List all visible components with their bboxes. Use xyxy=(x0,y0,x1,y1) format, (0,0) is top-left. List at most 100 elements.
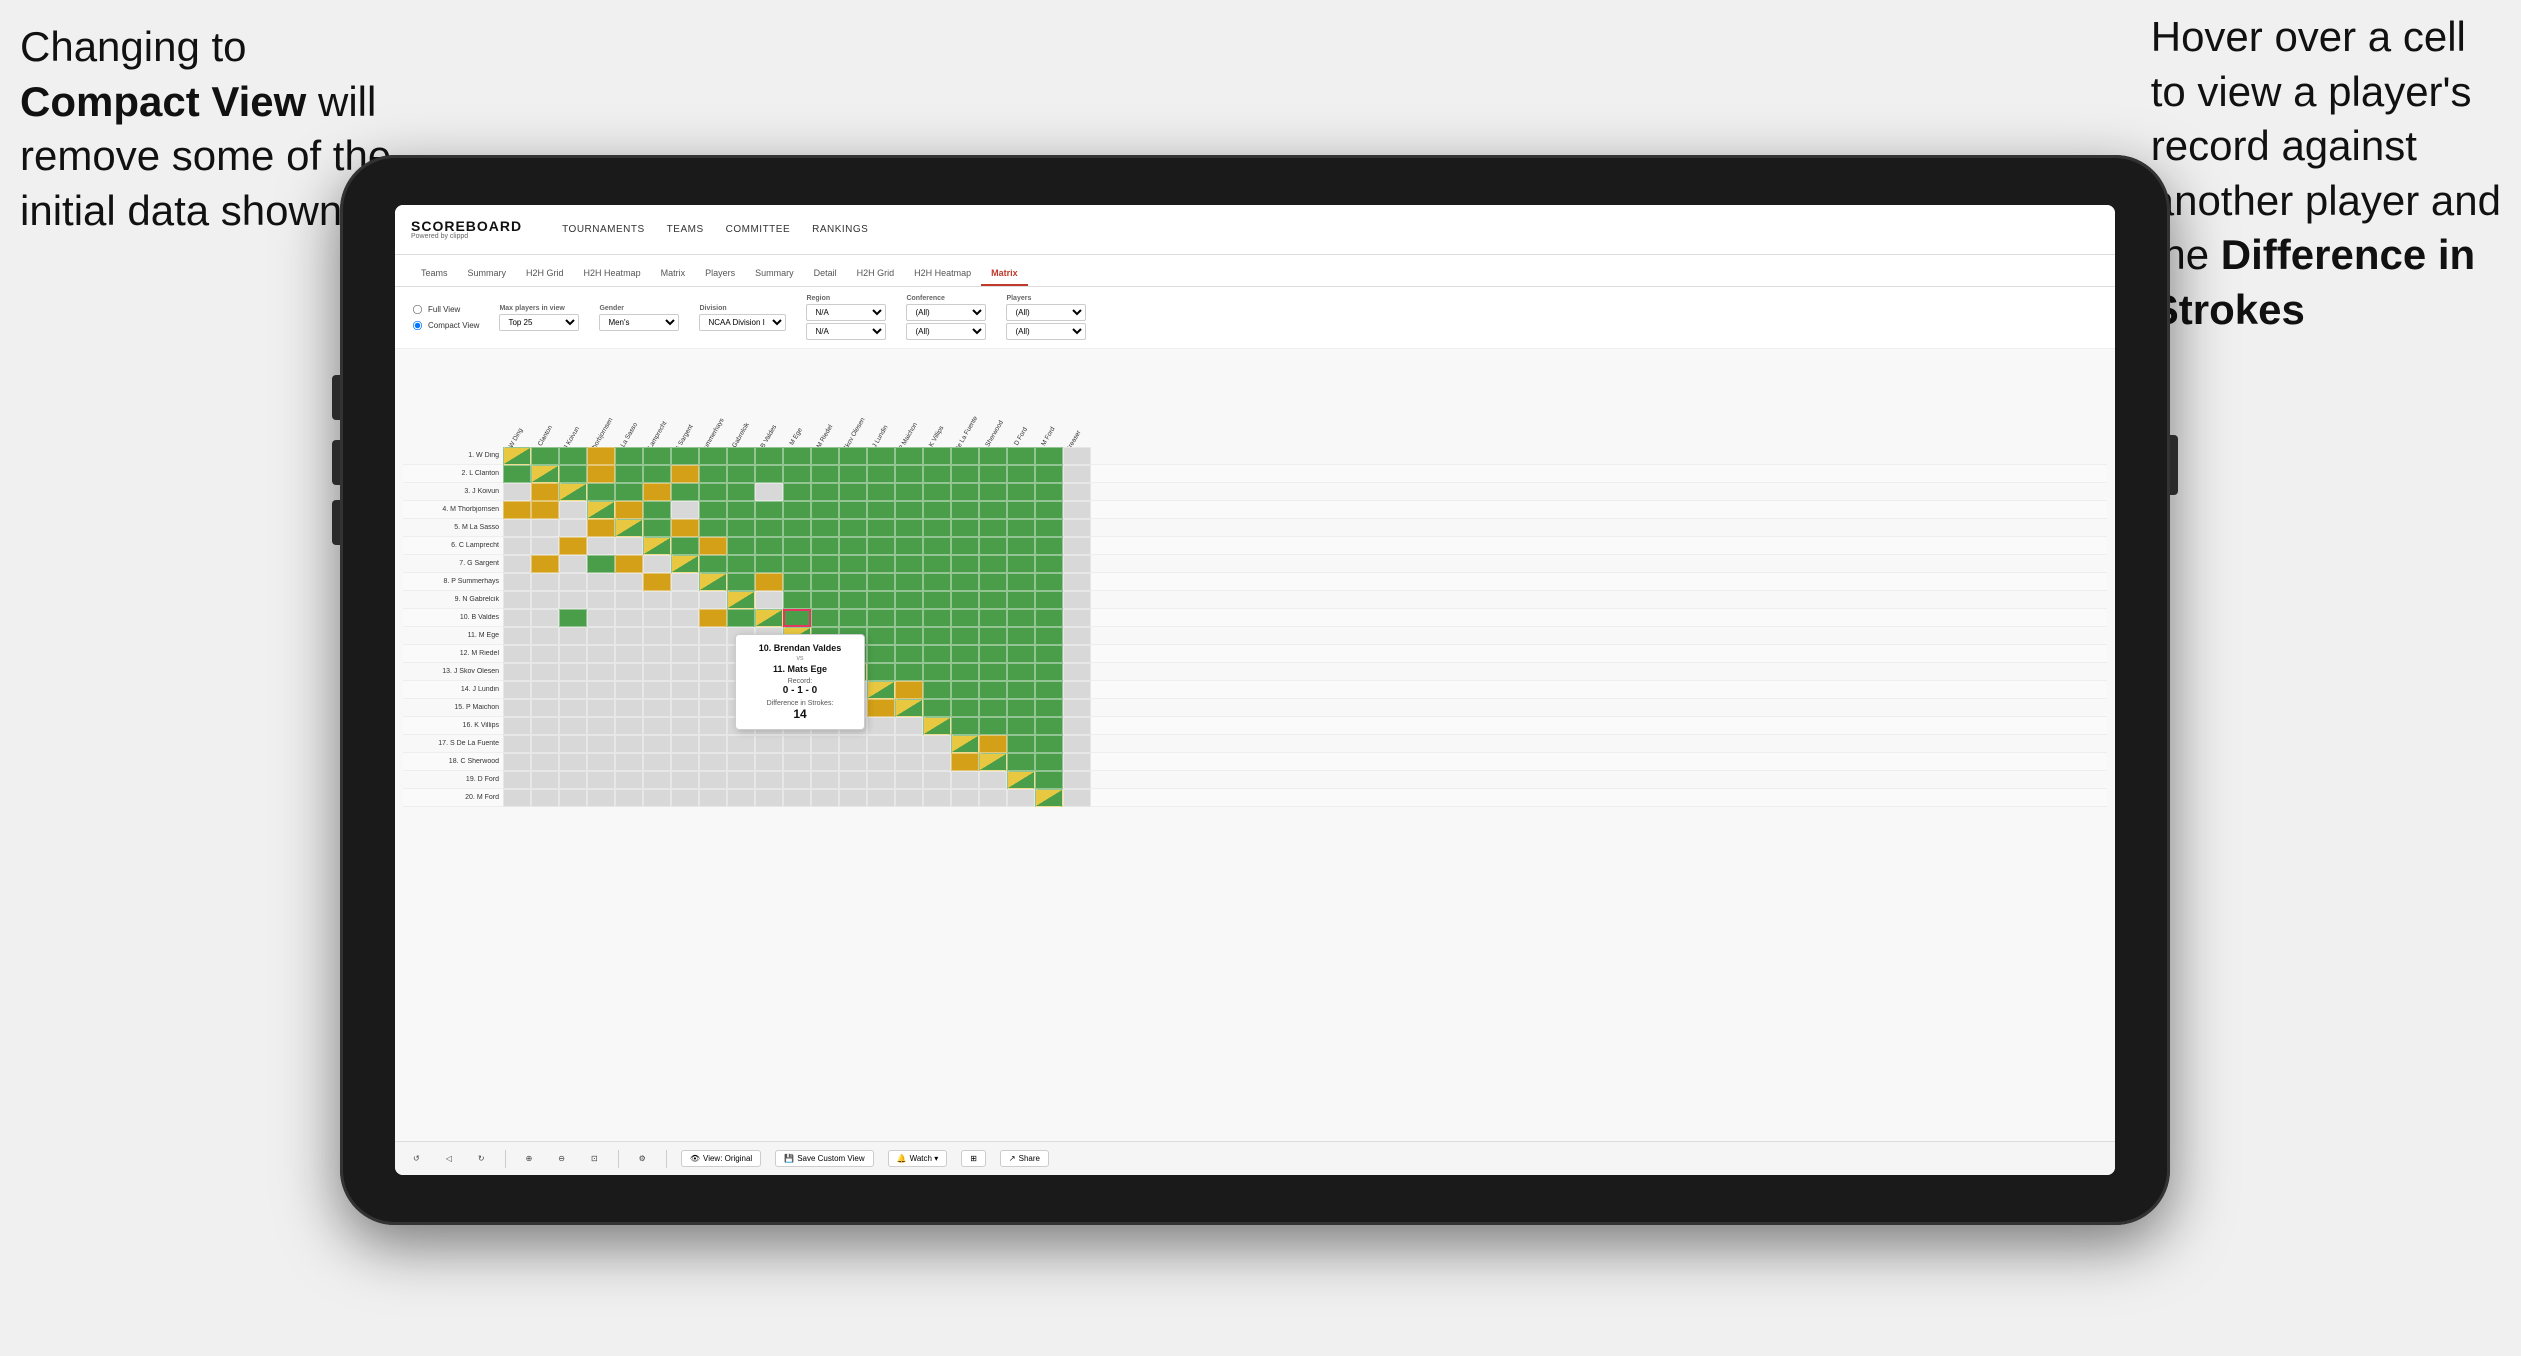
matrix-cell[interactable] xyxy=(587,753,615,771)
compact-view-radio[interactable]: Compact View xyxy=(411,319,479,332)
matrix-cell[interactable] xyxy=(895,627,923,645)
view-original-btn[interactable]: 👁 View: Original xyxy=(681,1150,761,1167)
matrix-cell[interactable] xyxy=(671,789,699,807)
matrix-cell[interactable] xyxy=(699,699,727,717)
matrix-cell[interactable] xyxy=(923,465,951,483)
matrix-cell[interactable] xyxy=(923,627,951,645)
matrix-cell[interactable] xyxy=(1007,735,1035,753)
matrix-cell[interactable] xyxy=(839,771,867,789)
matrix-cell[interactable] xyxy=(923,519,951,537)
matrix-cell[interactable] xyxy=(643,447,671,465)
matrix-cell[interactable] xyxy=(1063,573,1091,591)
tab-detail[interactable]: Detail xyxy=(804,262,847,286)
matrix-cell[interactable] xyxy=(951,735,979,753)
matrix-cell[interactable] xyxy=(531,501,559,519)
matrix-cell[interactable] xyxy=(699,753,727,771)
gender-select[interactable]: Men's xyxy=(599,314,679,331)
matrix-cell[interactable] xyxy=(727,501,755,519)
matrix-cell[interactable] xyxy=(699,519,727,537)
matrix-cell[interactable] xyxy=(615,483,643,501)
matrix-cell[interactable] xyxy=(923,771,951,789)
matrix-cell[interactable] xyxy=(643,681,671,699)
matrix-cell[interactable] xyxy=(1063,609,1091,627)
matrix-cell[interactable] xyxy=(1035,627,1063,645)
matrix-cell[interactable] xyxy=(951,771,979,789)
matrix-cell[interactable] xyxy=(559,573,587,591)
region-select1[interactable]: N/A xyxy=(806,304,886,321)
matrix-cell[interactable] xyxy=(559,483,587,501)
matrix-cell[interactable] xyxy=(979,681,1007,699)
matrix-cell[interactable] xyxy=(559,753,587,771)
matrix-cell[interactable] xyxy=(979,771,1007,789)
matrix-cell[interactable] xyxy=(503,447,531,465)
matrix-cell[interactable] xyxy=(867,753,895,771)
matrix-cell[interactable] xyxy=(839,591,867,609)
matrix-cell[interactable] xyxy=(503,573,531,591)
matrix-cell[interactable] xyxy=(923,663,951,681)
matrix-cell[interactable] xyxy=(895,447,923,465)
matrix-cell[interactable] xyxy=(895,501,923,519)
matrix-cell[interactable] xyxy=(1035,555,1063,573)
matrix-cell[interactable] xyxy=(727,465,755,483)
matrix-cell[interactable] xyxy=(979,519,1007,537)
matrix-cell[interactable] xyxy=(783,735,811,753)
matrix-cell[interactable] xyxy=(671,537,699,555)
matrix-cell[interactable] xyxy=(1035,573,1063,591)
matrix-cell[interactable] xyxy=(895,789,923,807)
matrix-cell[interactable] xyxy=(671,609,699,627)
tab-summary2[interactable]: Summary xyxy=(745,262,804,286)
tab-teams[interactable]: Teams xyxy=(411,262,458,286)
matrix-cell[interactable] xyxy=(811,591,839,609)
matrix-cell[interactable] xyxy=(727,609,755,627)
matrix-cell[interactable] xyxy=(503,753,531,771)
matrix-cell[interactable] xyxy=(867,627,895,645)
matrix-cell[interactable] xyxy=(699,663,727,681)
matrix-cell[interactable] xyxy=(615,681,643,699)
matrix-cell[interactable] xyxy=(503,771,531,789)
matrix-cell[interactable] xyxy=(559,645,587,663)
matrix-cell[interactable] xyxy=(839,753,867,771)
matrix-cell[interactable] xyxy=(615,771,643,789)
matrix-cell[interactable] xyxy=(1007,465,1035,483)
matrix-cell[interactable] xyxy=(951,627,979,645)
tab-summary1[interactable]: Summary xyxy=(458,262,517,286)
zoom-out-btn[interactable]: ⊖ xyxy=(552,1151,571,1166)
matrix-cell[interactable] xyxy=(615,447,643,465)
matrix-cell[interactable] xyxy=(559,663,587,681)
conference-select2[interactable]: (All) xyxy=(906,323,986,340)
matrix-cell[interactable] xyxy=(643,573,671,591)
matrix-cell[interactable] xyxy=(643,699,671,717)
matrix-cell[interactable] xyxy=(531,609,559,627)
matrix-cell[interactable] xyxy=(895,735,923,753)
matrix-cell[interactable] xyxy=(615,555,643,573)
matrix-cell[interactable] xyxy=(979,483,1007,501)
matrix-cell[interactable] xyxy=(923,573,951,591)
matrix-cell[interactable] xyxy=(727,537,755,555)
matrix-cell[interactable] xyxy=(615,789,643,807)
matrix-cell[interactable] xyxy=(615,753,643,771)
matrix-cell[interactable] xyxy=(979,609,1007,627)
matrix-cell[interactable] xyxy=(811,609,839,627)
matrix-cell[interactable] xyxy=(1007,771,1035,789)
matrix-cell[interactable] xyxy=(923,501,951,519)
matrix-cell[interactable] xyxy=(503,735,531,753)
matrix-cell[interactable] xyxy=(1007,681,1035,699)
matrix-cell[interactable] xyxy=(699,771,727,789)
matrix-cell[interactable] xyxy=(531,555,559,573)
matrix-cell[interactable] xyxy=(727,753,755,771)
matrix-cell[interactable] xyxy=(811,789,839,807)
matrix-cell[interactable] xyxy=(923,645,951,663)
matrix-cell[interactable] xyxy=(587,663,615,681)
matrix-cell[interactable] xyxy=(531,573,559,591)
matrix-cell[interactable] xyxy=(1007,609,1035,627)
matrix-cell[interactable] xyxy=(839,483,867,501)
matrix-cell[interactable] xyxy=(1007,555,1035,573)
matrix-cell[interactable] xyxy=(867,789,895,807)
matrix-cell[interactable] xyxy=(643,465,671,483)
matrix-cell[interactable] xyxy=(867,519,895,537)
compact-view-input[interactable] xyxy=(413,321,422,330)
matrix-cell[interactable] xyxy=(811,771,839,789)
matrix-cell[interactable] xyxy=(1035,663,1063,681)
matrix-cell[interactable] xyxy=(699,537,727,555)
matrix-cell[interactable] xyxy=(727,591,755,609)
